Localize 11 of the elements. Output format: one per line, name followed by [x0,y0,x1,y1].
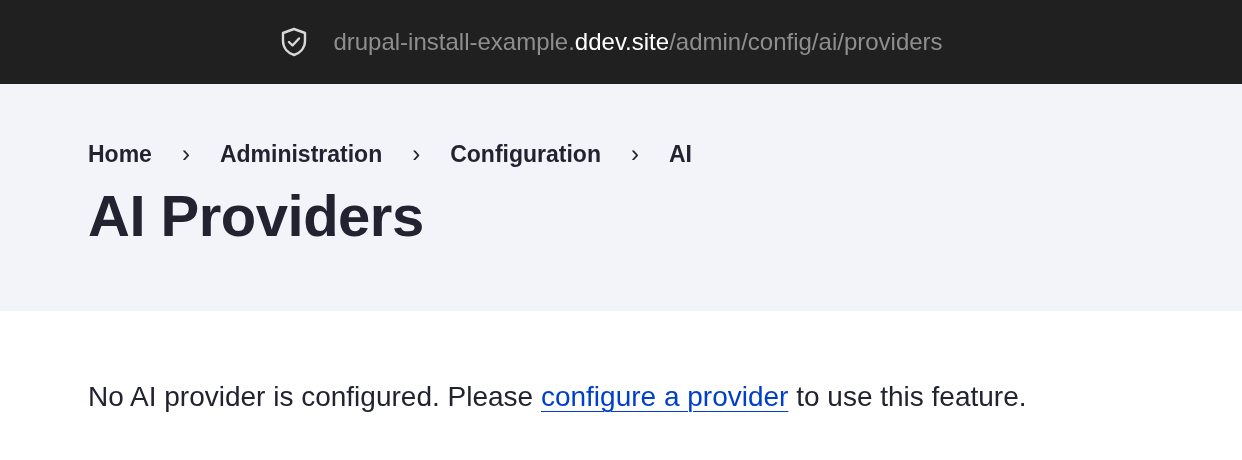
breadcrumb-link[interactable]: Home [88,140,152,168]
configure-provider-link[interactable]: configure a provider [540,381,789,412]
status-message: No AI provider is configured. Please configure a provider to use this feature. [88,381,1028,413]
breadcrumb-link[interactable]: AI [668,140,692,168]
breadcrumb-link[interactable]: Administration [219,140,383,168]
url-text[interactable]: drupal-install-example.ddev.site/admin/config/ai/providers [333,28,943,56]
breadcrumb-separator: › [181,140,190,168]
breadcrumb-separator: › [630,140,639,168]
breadcrumb-separator: › [412,140,421,168]
page-title: AI Providers [88,182,425,249]
breadcrumb-link[interactable]: Configuration [450,140,601,168]
